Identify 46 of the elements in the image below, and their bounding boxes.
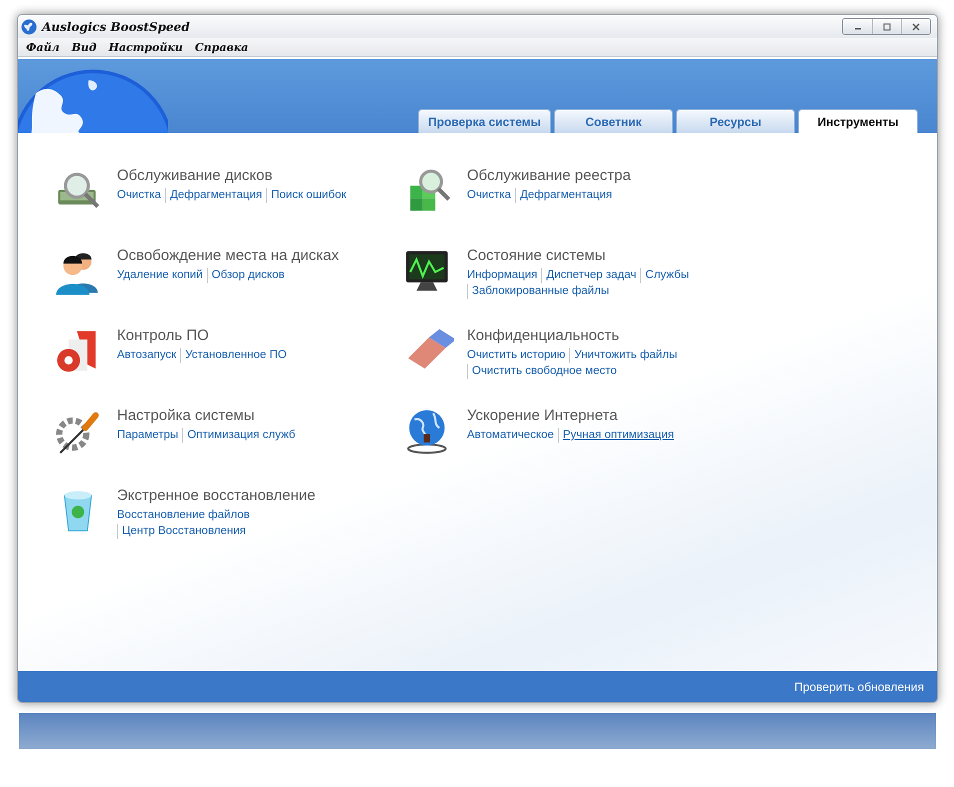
section-title: Ускорение Интернета	[467, 407, 619, 424]
window-title: Auslogics BoostSpeed	[42, 20, 190, 34]
menu-item[interactable]: Файл	[26, 40, 60, 54]
tool-link[interactable]: Информация	[467, 268, 542, 283]
tool-link[interactable]: Очистить историю	[467, 348, 570, 363]
tab[interactable]: Ресурсы	[676, 109, 795, 133]
tool-link[interactable]: Уничтожить файлы	[569, 348, 682, 363]
section-title: Состояние системы	[467, 247, 607, 264]
tool-link[interactable]: Автозапуск	[117, 348, 180, 363]
maximize-icon	[882, 22, 892, 30]
maximize-button[interactable]	[872, 19, 901, 34]
tool-link[interactable]: Поиск ошибок	[266, 188, 350, 203]
tab[interactable]: Проверка системы	[418, 109, 551, 133]
section-title: Конфиденциальность	[467, 327, 620, 344]
close-icon	[911, 22, 921, 30]
tool-link[interactable]: Параметры	[117, 428, 182, 443]
tool-link[interactable]: Автоматическое	[467, 428, 558, 443]
menu-item[interactable]: Вид	[72, 40, 97, 54]
tool-link[interactable]: Ручная оптимизация	[558, 428, 678, 443]
tool-link[interactable]: Очистить свободное место	[467, 364, 621, 379]
tool-link[interactable]: Восстановление файлов	[117, 508, 254, 523]
menu-item[interactable]: Справка	[194, 40, 248, 54]
tool-link[interactable]: Очистка	[117, 188, 166, 203]
tab[interactable]: Советник	[554, 109, 673, 133]
section-title: Обслуживание реестра	[467, 167, 632, 184]
tool-link[interactable]: Обзор дисков	[206, 268, 289, 283]
minimize-button[interactable]	[843, 19, 872, 34]
tool-link[interactable]: Оптимизация служб	[182, 428, 300, 443]
close-button[interactable]	[901, 19, 930, 34]
check-updates-link[interactable]: Проверить обновления	[794, 680, 924, 694]
menu-item[interactable]: Настройки	[108, 40, 183, 54]
tool-link[interactable]: Дефрагментация	[165, 188, 266, 203]
tool-link[interactable]: Диспетчер задач	[541, 268, 640, 283]
tool-link[interactable]: Удаление копий	[117, 268, 207, 283]
tool-link[interactable]: Центр Восстановления	[117, 524, 250, 539]
section-title: Экстренное восстановление	[117, 487, 317, 504]
section-title: Контроль ПО	[117, 327, 210, 344]
tool-link[interactable]: Очистка	[467, 188, 516, 203]
section-title: Настройка системы	[117, 407, 256, 424]
section-title: Освобождение места на дисках	[117, 247, 340, 264]
tab[interactable]: Инструменты	[798, 109, 918, 133]
tool-link[interactable]: Заблокированные файлы	[467, 284, 614, 299]
section-title: Обслуживание дисков	[117, 167, 274, 184]
tool-link[interactable]: Установленное ПО	[180, 348, 291, 363]
tool-link[interactable]: Службы	[640, 268, 693, 283]
tool-link[interactable]: Дефрагментация	[515, 188, 616, 203]
